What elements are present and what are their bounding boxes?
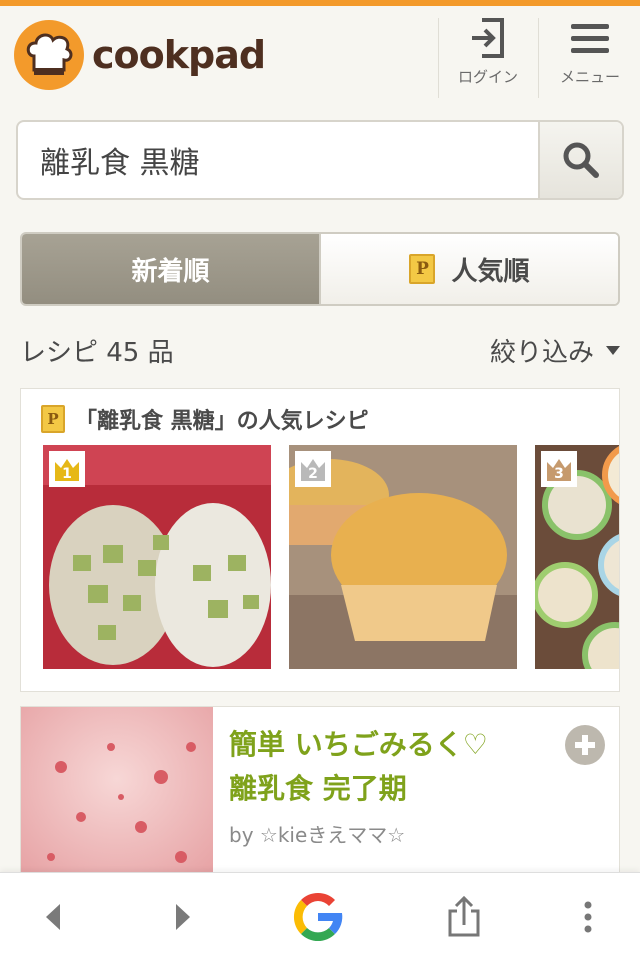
share-icon — [448, 895, 480, 936]
filter-dropdown[interactable]: 絞り込み — [490, 332, 620, 369]
google-button[interactable] — [278, 873, 358, 959]
search-icon — [563, 142, 599, 178]
tab-popular[interactable]: P 人気順 — [319, 234, 618, 304]
vertical-dots-icon — [584, 901, 592, 932]
sort-toggle: 新着順 P 人気順 — [20, 232, 620, 306]
menu-button[interactable]: メニュー — [540, 16, 640, 96]
search-bar — [16, 120, 624, 200]
tab-newest-label: 新着順 — [131, 256, 210, 287]
rank-number: 2 — [308, 466, 318, 482]
header-divider — [538, 18, 539, 98]
login-icon — [472, 18, 504, 58]
tab-newest[interactable]: 新着順 — [22, 234, 319, 304]
back-arrow-icon — [46, 903, 60, 930]
popular-title-text: 「離乳食 黒糖」の人気レシピ — [75, 409, 369, 434]
premium-icon: P — [41, 405, 65, 433]
rank-badge: 3 — [541, 451, 577, 487]
chef-hat-icon — [14, 20, 84, 90]
logo-wordmark: cookpad — [92, 33, 266, 77]
recipe-count: レシピ 45 品 — [20, 337, 174, 368]
recipe-title[interactable]: 簡単 いちごみるく♡ 離乳食 完了期 — [229, 723, 549, 811]
rank-badge: 1 — [49, 451, 85, 487]
rank-number: 3 — [554, 466, 564, 482]
recipe-card[interactable]: 簡単 いちごみるく♡ 離乳食 完了期 by ☆kieきえママ☆ — [20, 706, 620, 886]
more-options-button[interactable] — [548, 873, 628, 959]
popular-recipes-section: P 「離乳食 黒糖」の人気レシピ 1 2 3 — [20, 388, 620, 692]
recipe-author[interactable]: by ☆kieきえママ☆ — [229, 819, 405, 848]
rank-number: 1 — [62, 466, 72, 482]
popular-recipes-title[interactable]: P 「離乳食 黒糖」の人気レシピ — [41, 403, 369, 435]
popular-recipe-thumb-2[interactable]: 2 — [289, 445, 517, 669]
recipe-photo — [21, 707, 213, 885]
popular-recipe-thumb-3[interactable]: 3 — [535, 445, 619, 669]
forward-arrow-icon — [176, 903, 190, 930]
browser-toolbar — [0, 872, 640, 959]
cookpad-logo[interactable]: cookpad — [14, 20, 266, 90]
popular-recipe-thumb-1[interactable]: 1 — [43, 445, 271, 669]
login-label: ログイン — [457, 68, 518, 86]
caret-down-icon — [606, 345, 620, 355]
back-button[interactable] — [14, 873, 94, 959]
google-g-icon — [293, 892, 343, 941]
tab-popular-label: 人気順 — [451, 256, 530, 287]
filter-label: 絞り込み — [489, 337, 594, 368]
recipe-title-line: 簡単 いちごみるく♡ — [229, 728, 488, 761]
forward-button[interactable] — [142, 873, 222, 959]
search-input[interactable] — [18, 122, 540, 198]
menu-label: メニュー — [559, 68, 620, 86]
results-bar: レシピ 45 品 絞り込み — [20, 330, 620, 370]
search-button[interactable] — [538, 122, 622, 198]
plus-icon — [575, 735, 595, 755]
hamburger-icon — [571, 24, 609, 53]
login-button[interactable]: ログイン — [438, 16, 538, 96]
add-to-folder-button[interactable] — [565, 725, 605, 765]
rank-badge: 2 — [295, 451, 331, 487]
header: cookpad ログイン メニュー — [0, 6, 640, 98]
premium-icon: P — [409, 254, 436, 284]
share-button[interactable] — [424, 873, 504, 959]
recipe-title-line: 離乳食 完了期 — [229, 772, 407, 805]
